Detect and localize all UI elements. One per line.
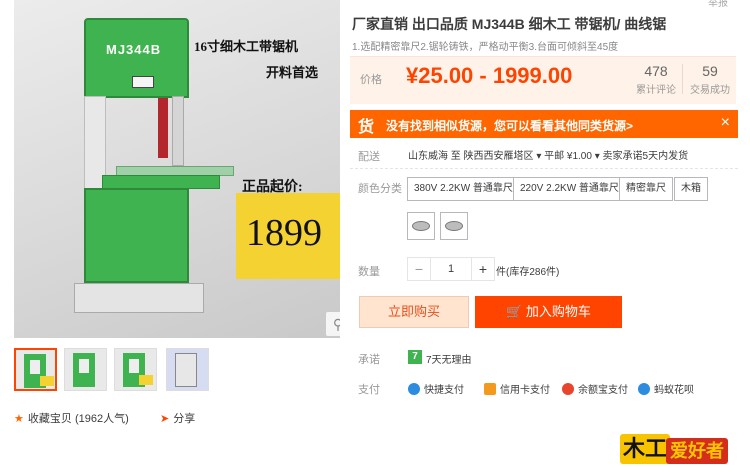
photo-headline: 16寸细木工带锯机 <box>194 39 299 54</box>
goods-icon: 货 <box>358 119 375 136</box>
magnifier-icon[interactable]: ⚲ <box>326 312 340 336</box>
thumb-detail <box>79 359 89 373</box>
saw-blade-image <box>445 221 463 231</box>
machine-upper-frame: MJ344B <box>84 18 189 98</box>
seven-day-icon: 7 <box>408 350 422 364</box>
share-icon: ➤ <box>160 413 170 425</box>
close-icon[interactable]: × <box>721 114 730 132</box>
source-notice-bar[interactable]: 货 没有找到相似货源，您可以看看其他同类货源> × <box>350 110 738 138</box>
blade-guard <box>158 98 168 158</box>
machine-badge <box>132 76 154 88</box>
quick-pay[interactable]: 快捷支付 <box>408 381 464 396</box>
photo-price-value: 1899 <box>246 212 322 254</box>
quantity-input[interactable]: 1 <box>431 257 471 281</box>
thumbnail-3[interactable] <box>114 348 157 391</box>
thumb-tag <box>40 376 54 386</box>
machine-brand-text: MJ344B <box>106 42 162 57</box>
option-image-1[interactable] <box>407 212 435 240</box>
stat-divider <box>682 64 683 94</box>
watermark-part2: 爱好者 <box>666 438 728 464</box>
machine-lower-frame <box>84 188 189 283</box>
favorite-label: 收藏宝贝 <box>27 413 72 425</box>
blade-post <box>172 96 184 166</box>
promise-label: 承诺 <box>358 354 380 366</box>
price-label: 价格 <box>360 74 382 86</box>
price-value: ¥25.00 - 1999.00 <box>406 63 573 88</box>
thumbnail-1[interactable] <box>14 348 57 391</box>
credit-card-label: 信用卡支付 <box>500 385 550 396</box>
stock-text: 件(库存286件) <box>496 267 560 278</box>
share-link[interactable]: ➤ 分享 <box>160 410 195 426</box>
product-title: 厂家直销 出口品质 MJ344B 细木工 带锯机/ 曲线锯 <box>352 16 667 32</box>
trades-count: 59 <box>702 63 718 79</box>
add-to-cart-label: 加入购物车 <box>525 304 591 319</box>
option-220v[interactable]: 220V 2.2KW 普通靠尺 <box>513 177 626 201</box>
option-precision-fence[interactable]: 精密靠尺 <box>619 177 673 201</box>
favorite-link[interactable]: ★ 收藏宝贝 (1962人气) <box>14 410 129 426</box>
reviews-count: 478 <box>644 63 668 79</box>
yuebao-label: 余额宝支付 <box>578 385 628 396</box>
delivery-info[interactable]: 山东威海 至 陕西西安雁塔区 ▾ 平邮 ¥1.00 ▾ 卖家承诺5天内发货 <box>408 147 688 162</box>
thumb-tag <box>139 375 153 385</box>
main-product-image[interactable]: MJ344B 16寸细木工带锯机 开料首选 正品起价: 1899 ⚲ <box>14 0 340 338</box>
product-subtitle: 1.选配精密靠尺2.锯轮铸铁，严格动平衡3.台面可倾斜至45度 <box>352 42 619 53</box>
thumbnail-strip <box>14 348 234 392</box>
quick-pay-icon <box>408 383 420 395</box>
credit-card-icon <box>484 383 496 395</box>
buy-now-button[interactable]: 立即购买 <box>359 296 469 328</box>
table-support <box>102 175 220 189</box>
quantity-label: 数量 <box>358 266 380 278</box>
saw-blade-image <box>412 221 430 231</box>
reviews-stat[interactable]: 478 累计评论 <box>636 63 676 96</box>
thumbnail-4[interactable] <box>166 348 209 391</box>
share-label: 分享 <box>173 413 196 425</box>
delivery-label: 配送 <box>358 151 380 163</box>
option-image-2[interactable] <box>440 212 468 240</box>
quantity-minus-button[interactable]: − <box>407 257 431 281</box>
thumb-detail <box>30 360 40 374</box>
add-to-cart-button[interactable]: 🛒 加入购物车 <box>475 296 622 328</box>
trades-stat: 59 交易成功 <box>690 63 730 96</box>
machine-base <box>74 283 204 313</box>
favorite-count: (1962人气) <box>74 413 129 425</box>
thumb-detail <box>129 359 139 373</box>
price-panel: 价格 ¥25.00 - 1999.00 478 累计评论 59 交易成功 <box>350 56 736 104</box>
thumb-machine <box>175 353 197 387</box>
promise-text[interactable]: 7天无理由 <box>426 351 472 366</box>
option-wood-box[interactable]: 木箱 <box>674 177 708 201</box>
watermark-logo: 木工 爱好者 <box>620 432 744 468</box>
report-link[interactable]: 举报 <box>708 0 728 9</box>
huabei-icon <box>638 383 650 395</box>
quick-pay-label: 快捷支付 <box>424 385 464 396</box>
section-divider <box>350 168 738 169</box>
color-label: 颜色分类 <box>358 183 402 195</box>
photo-price-tag: 1899 <box>236 193 340 279</box>
product-page: MJ344B 16寸细木工带锯机 开料首选 正品起价: 1899 ⚲ ★ 收藏宝… <box>0 0 750 472</box>
option-380v[interactable]: 380V 2.2KW 普通靠尺 <box>407 177 520 201</box>
bandsaw-illustration: MJ344B <box>74 18 234 318</box>
yuebao-pay[interactable]: 余额宝支付 <box>562 381 628 396</box>
quantity-plus-button[interactable]: + <box>471 257 495 281</box>
reviews-label: 累计评论 <box>636 85 676 96</box>
huabei-label: 蚂蚁花呗 <box>654 385 694 396</box>
thumbnail-2[interactable] <box>64 348 107 391</box>
trades-label: 交易成功 <box>690 85 730 96</box>
photo-slogan: 开料首选 <box>266 65 319 80</box>
watermark-part1: 木工 <box>620 434 671 464</box>
cart-icon: 🛒 <box>506 304 523 319</box>
star-icon: ★ <box>14 413 24 425</box>
payment-label: 支付 <box>358 384 380 396</box>
credit-card-pay[interactable]: 信用卡支付 <box>484 381 550 396</box>
huabei-pay[interactable]: 蚂蚁花呗 <box>638 381 694 396</box>
notice-message[interactable]: 没有找到相似货源，您可以看看其他同类货源> <box>386 117 633 134</box>
yuebao-icon <box>562 383 574 395</box>
